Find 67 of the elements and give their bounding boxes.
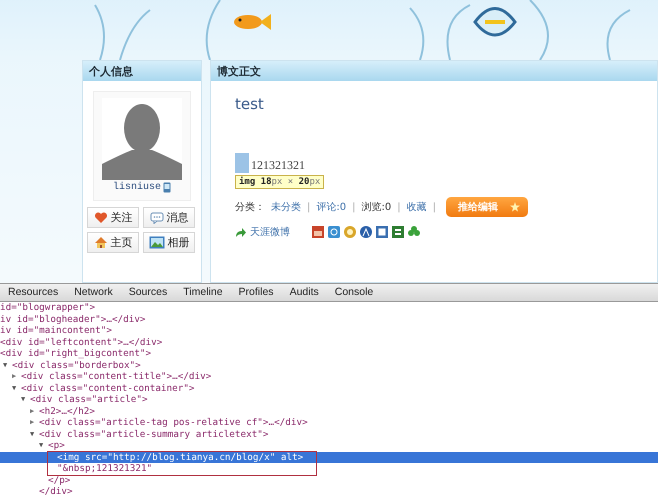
dom-node-text: </div> <box>39 486 73 495</box>
house-icon <box>94 236 108 249</box>
share-icon[interactable] <box>312 226 324 238</box>
heart-icon <box>94 212 108 224</box>
chat-icon <box>150 212 164 224</box>
post-text: 121321321 <box>251 158 305 173</box>
separator: | <box>432 202 436 212</box>
phone-icon <box>163 182 171 193</box>
dom-node-text: <div class="article-summary articletext"> <box>39 428 268 440</box>
message-button[interactable]: 消息 <box>143 207 195 228</box>
dom-node-row[interactable]: </div> <box>0 486 658 495</box>
share-icon[interactable] <box>360 226 372 238</box>
dom-node-row[interactable]: iv id="blogheader">…</div> <box>0 314 658 325</box>
devtools-tab[interactable]: Profiles <box>232 285 280 300</box>
follow-button[interactable]: 关注 <box>87 207 139 228</box>
dom-node-row[interactable]: <div id="right_bigcontent"> <box>0 348 658 360</box>
dom-node-row[interactable]: iv id="maincontent"> <box>0 325 658 336</box>
dom-node-row[interactable]: "&nbsp;121321321" <box>0 463 658 474</box>
dom-node-text: <h2>…</h2> <box>39 406 95 417</box>
dom-node-text: <div id="leftcontent">…</div> <box>0 336 162 348</box>
dom-node-text: <div class="article"> <box>30 394 148 406</box>
dom-node-text: <div class="content-title">…</div> <box>21 371 212 382</box>
dom-node-text: iv id="maincontent"> <box>0 325 112 336</box>
devtools-tab[interactable]: Console <box>328 285 380 300</box>
separator: | <box>352 202 356 212</box>
selected-row[interactable]: <img src="http://blog.tianya.cn/blog/x" alt> <box>0 452 658 463</box>
dom-node-text: </p> <box>48 474 70 486</box>
size-tooltip: img 18px × 20px <box>235 175 324 189</box>
devtools-tab[interactable]: Audits <box>284 285 325 300</box>
share-icon[interactable] <box>328 226 340 238</box>
dom-node-row[interactable]: <div id="leftcontent">…</div> <box>0 336 658 348</box>
broken-image-icon <box>235 153 249 173</box>
meta-label: 分类： <box>235 200 265 214</box>
devtools-tab[interactable]: Resources <box>2 285 64 300</box>
album-button[interactable]: 相册 <box>143 232 195 253</box>
dom-node-text: <img src="http://blog.tianya.cn/blog/x" alt> <box>57 452 304 463</box>
dom-node-text: iv id="blogheader">…</div> <box>0 314 146 325</box>
dom-node-row[interactable]: id="blogwrapper"> <box>0 302 658 314</box>
dom-node-text: <p> <box>48 440 65 452</box>
dom-node-text: <div class="content-container"> <box>21 382 195 394</box>
devtools-tab[interactable]: Network <box>68 285 119 300</box>
username-link[interactable]: lisniuse <box>112 182 161 193</box>
share-icon[interactable] <box>376 226 388 238</box>
home-button[interactable]: 主页 <box>87 232 139 253</box>
picture-icon <box>148 236 164 249</box>
dom-node-text: id="blogwrapper"> <box>0 302 96 314</box>
meta-link[interactable]: 收藏 <box>406 200 427 214</box>
star-icon <box>510 202 520 212</box>
share-icon[interactable] <box>392 226 404 238</box>
devtools-tab[interactable]: Sources <box>122 285 174 300</box>
devtools-tab[interactable]: Timeline <box>177 285 229 300</box>
panel-title: 个人信息 <box>83 61 201 81</box>
dom-node-row[interactable]: </p> <box>0 474 658 486</box>
dom-node-text: <div class="article-tag pos-relative cf">…</div> <box>39 417 308 428</box>
panel-title: 博文正文 <box>211 61 657 81</box>
meta-link[interactable]: 未分类 <box>271 200 301 214</box>
weibo-link[interactable]: 天涯微博 <box>250 225 290 239</box>
share-arrow-icon <box>235 228 246 236</box>
post-title: test <box>235 95 265 113</box>
meta-link[interactable]: 评论:0 <box>316 200 346 214</box>
clover-icon[interactable] <box>408 226 420 238</box>
meta-label: 浏览:0 <box>361 200 392 214</box>
separator: | <box>307 202 310 212</box>
separator: | <box>397 202 401 212</box>
dom-node-text: <div id="right_bigcontent"> <box>0 348 152 360</box>
dom-node-text: <div class="borderbox"> <box>12 360 141 371</box>
dom-node-text: "&nbsp;121321321" <box>57 463 152 474</box>
